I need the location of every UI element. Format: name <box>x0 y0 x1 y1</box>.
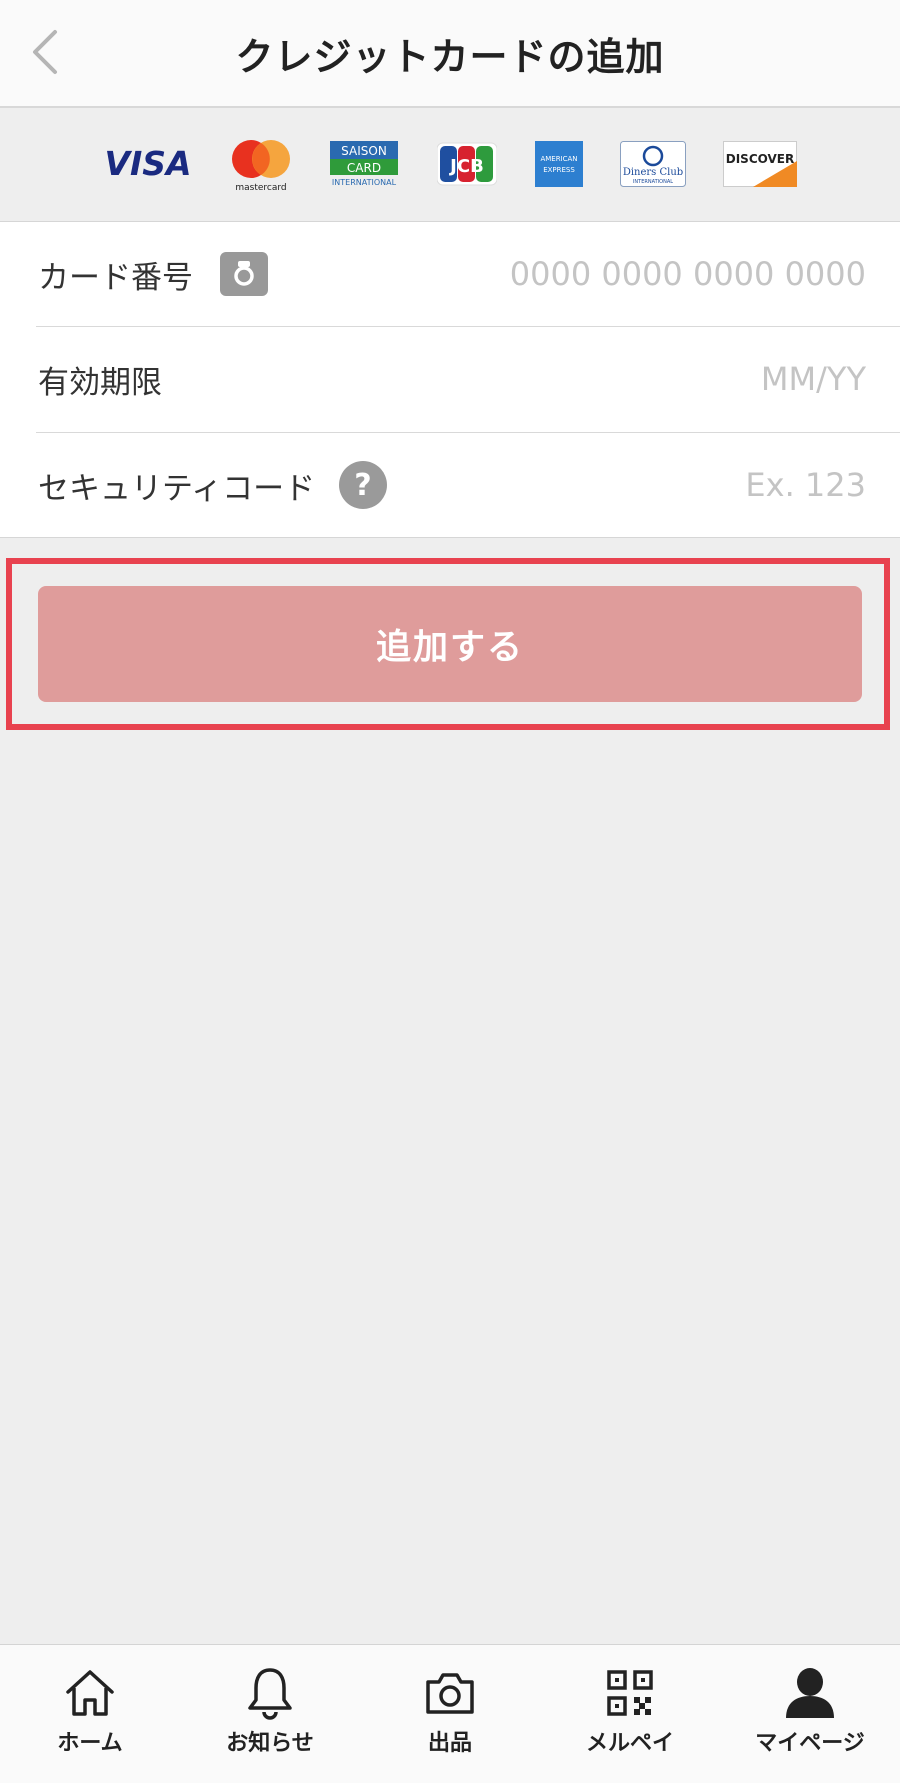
tab-merpay[interactable]: メルペイ <box>540 1645 720 1783</box>
tab-label: 出品 <box>427 1731 472 1756</box>
discover-logo: DISCOVER <box>722 140 798 188</box>
svg-text:SAISON: SAISON <box>341 144 387 158</box>
svg-text:mastercard: mastercard <box>235 183 286 193</box>
diners-logo: Diners Club INTERNATIONAL <box>620 140 686 188</box>
svg-text:INTERNATIONAL: INTERNATIONAL <box>332 178 397 187</box>
expiry-row: 有効期限 <box>0 327 900 431</box>
svg-text:Diners Club: Diners Club <box>623 167 683 178</box>
qr-code-icon <box>607 1670 653 1716</box>
mastercard-logo: mastercard <box>226 138 296 194</box>
svg-text:CARD: CARD <box>347 161 381 175</box>
svg-text:JCB: JCB <box>448 156 484 177</box>
header: クレジットカードの追加 <box>0 0 900 108</box>
bell-icon <box>248 1668 292 1720</box>
svg-text:INTERNATIONAL: INTERNATIONAL <box>633 179 673 185</box>
tab-label: お知らせ <box>226 1731 314 1756</box>
visa-logo: VISA <box>100 140 196 188</box>
chevron-left-icon <box>33 30 57 74</box>
saison-logo: SAISON CARD INTERNATIONAL <box>330 140 398 188</box>
jcb-logo: JCB <box>436 140 498 188</box>
svg-text:VISA: VISA <box>104 144 191 183</box>
tab-label: メルペイ <box>585 1731 674 1756</box>
camera-icon <box>426 1673 474 1714</box>
card-number-row: カード番号 <box>0 222 900 326</box>
security-code-input[interactable] <box>444 454 868 516</box>
tab-mypage[interactable]: マイページ <box>720 1645 900 1783</box>
card-number-input[interactable] <box>444 243 868 305</box>
add-card-button[interactable]: 追加する <box>38 586 862 702</box>
svg-text:DISCOVER: DISCOVER <box>726 152 794 166</box>
tab-sell[interactable]: 出品 <box>360 1645 540 1783</box>
page-title: クレジットカードの追加 <box>235 34 665 79</box>
tab-label: マイページ <box>755 1731 865 1756</box>
tab-label: ホーム <box>57 1731 123 1756</box>
card-number-label: カード番号 <box>38 259 193 296</box>
svg-text:EXPRESS: EXPRESS <box>543 166 575 174</box>
help-icon[interactable]: ? <box>339 461 387 509</box>
expiry-input[interactable] <box>444 348 868 410</box>
security-code-label: セキュリティコード <box>38 470 316 507</box>
back-button[interactable] <box>14 22 74 82</box>
accepted-brands: VISA mastercard SAISON CARD INTERNATIONA… <box>0 108 900 222</box>
person-icon <box>786 1668 834 1718</box>
card-form: カード番号 有効期限 セキュリティコード ? <box>0 222 900 538</box>
camera-icon[interactable] <box>220 252 268 296</box>
tab-bar: ホーム お知らせ 出品 メルペイ マイページ <box>0 1644 900 1783</box>
tab-notifications[interactable]: お知らせ <box>180 1645 360 1783</box>
amex-logo: AMERICAN EXPRESS <box>534 140 584 188</box>
tab-home[interactable]: ホーム <box>0 1645 180 1783</box>
home-icon <box>66 1670 114 1716</box>
expiry-label: 有効期限 <box>38 364 162 401</box>
svg-text:AMERICAN: AMERICAN <box>540 155 577 163</box>
security-code-row: セキュリティコード ? <box>0 433 900 537</box>
